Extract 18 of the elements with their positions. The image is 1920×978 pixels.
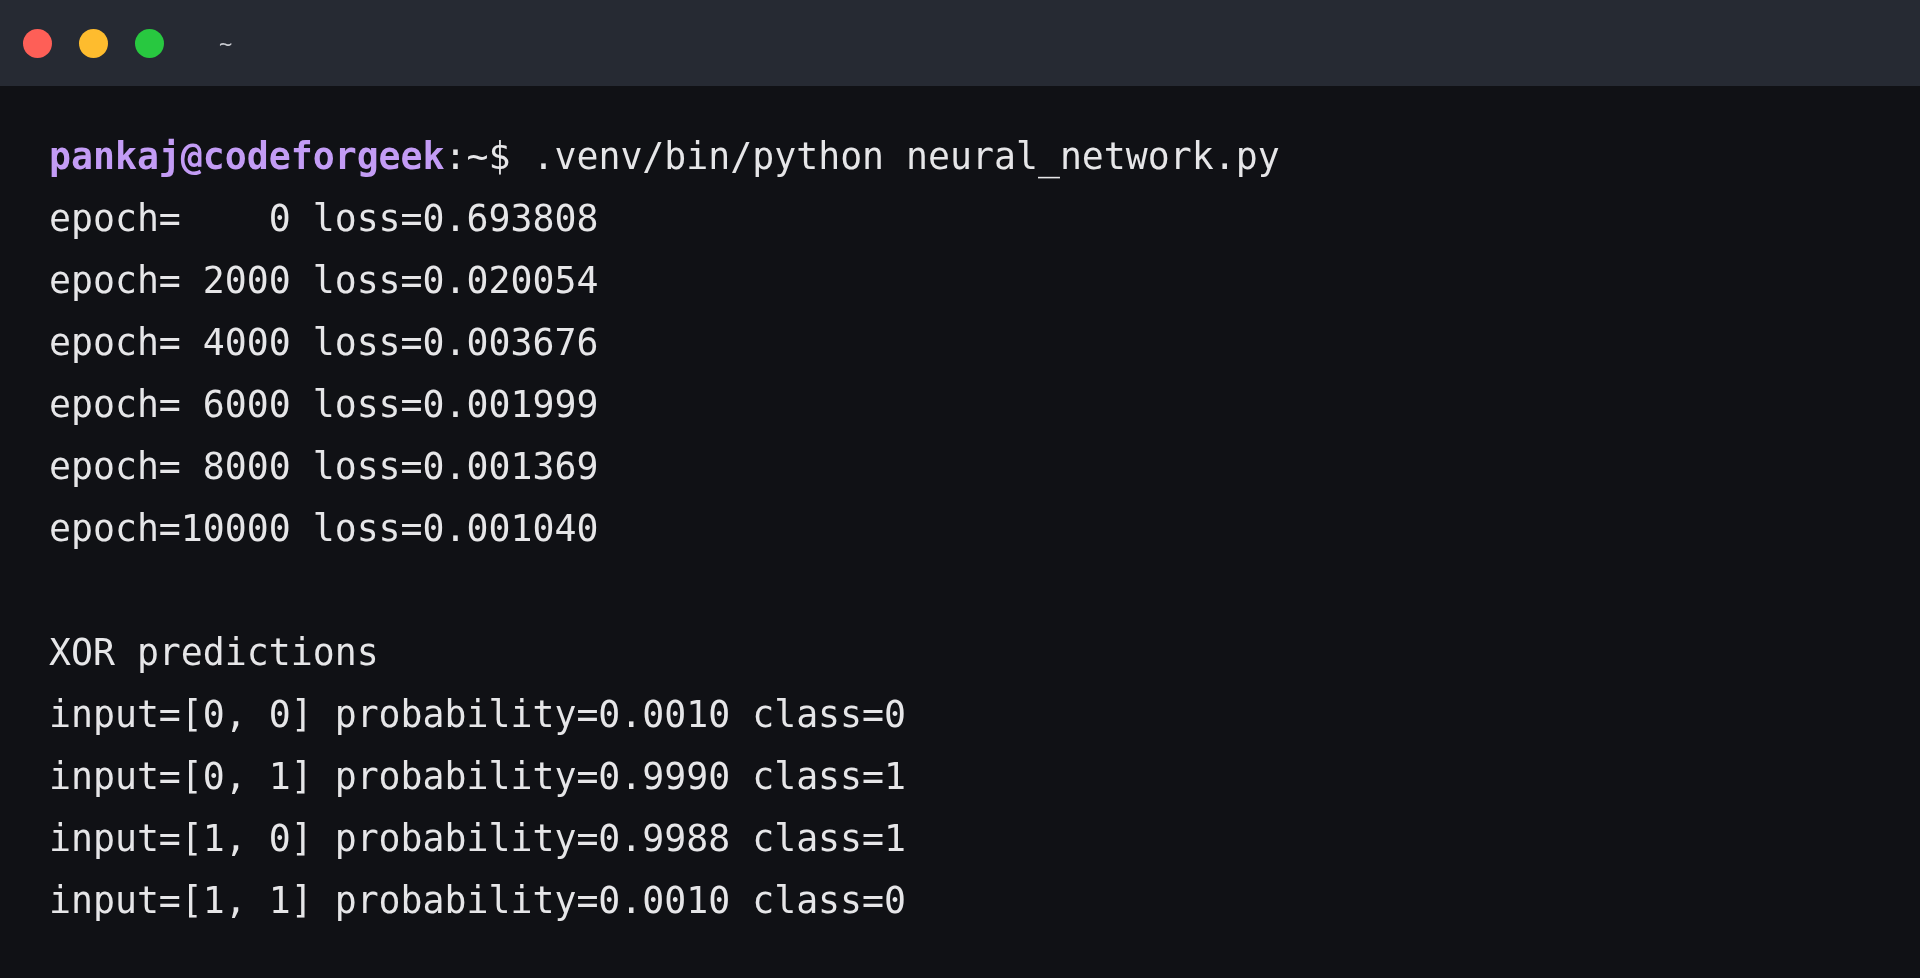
minimize-button[interactable] (79, 28, 108, 58)
output-line: epoch= 0 loss=0.693808 (49, 197, 599, 240)
command-text: .venv/bin/python neural_network.py (532, 135, 1280, 178)
output-line: epoch= 8000 loss=0.001369 (49, 445, 599, 488)
output-line: epoch= 2000 loss=0.020054 (49, 259, 599, 302)
close-button[interactable] (23, 28, 52, 58)
prompt-user: pankaj@codeforgeek (49, 135, 445, 178)
output-line: epoch= 4000 loss=0.003676 (49, 321, 599, 364)
window-title: ~ (219, 30, 233, 56)
output-line: epoch= 6000 loss=0.001999 (49, 383, 599, 426)
output-line: epoch=10000 loss=0.001040 (49, 507, 599, 550)
prompt-path: :~$ (444, 135, 511, 178)
output-heading: XOR predictions (49, 631, 379, 674)
output-line: input=[1, 0] probability=0.9988 class=1 (49, 817, 907, 860)
output-line: input=[1, 1] probability=0.0010 class=0 (49, 879, 907, 922)
maximize-button[interactable] (135, 28, 164, 58)
output-line: input=[0, 1] probability=0.9990 class=1 (49, 755, 907, 798)
output-line: input=[0, 0] probability=0.0010 class=0 (49, 693, 907, 736)
